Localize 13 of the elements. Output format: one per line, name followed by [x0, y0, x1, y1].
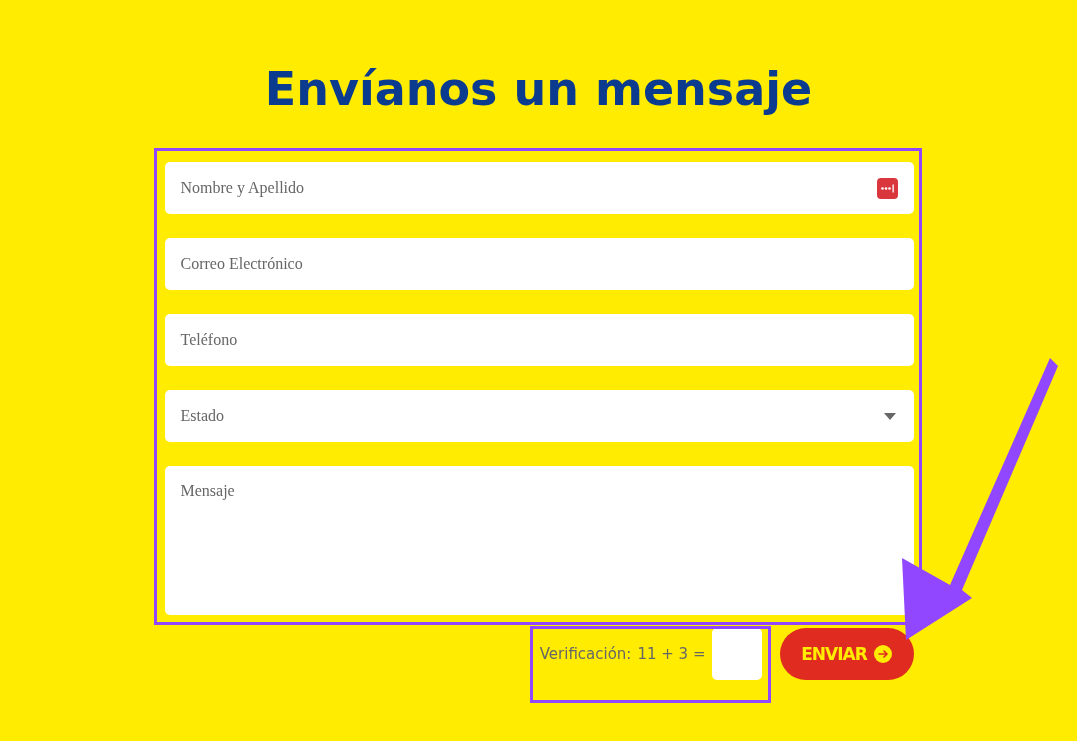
input-field[interactable]: Nombre y Apellido — [164, 162, 914, 214]
verification-question: 11 + 3 = — [637, 645, 706, 663]
send-button[interactable]: ENVIAR — [779, 628, 914, 680]
textarea-field[interactable]: Mensaje — [164, 466, 914, 615]
input-field[interactable]: Correo Electrónico — [164, 238, 914, 290]
password-dots-icon[interactable] — [876, 177, 898, 199]
page-title: Envíanos un mensaje — [264, 61, 813, 118]
verification-label: Verificación: — [539, 645, 632, 663]
answer-field[interactable] — [711, 628, 762, 680]
arrow-right-icon — [873, 645, 892, 663]
select-field[interactable]: Estado — [164, 390, 914, 442]
caret-icon — [883, 412, 896, 420]
input-field[interactable]: Teléfono — [164, 314, 914, 366]
